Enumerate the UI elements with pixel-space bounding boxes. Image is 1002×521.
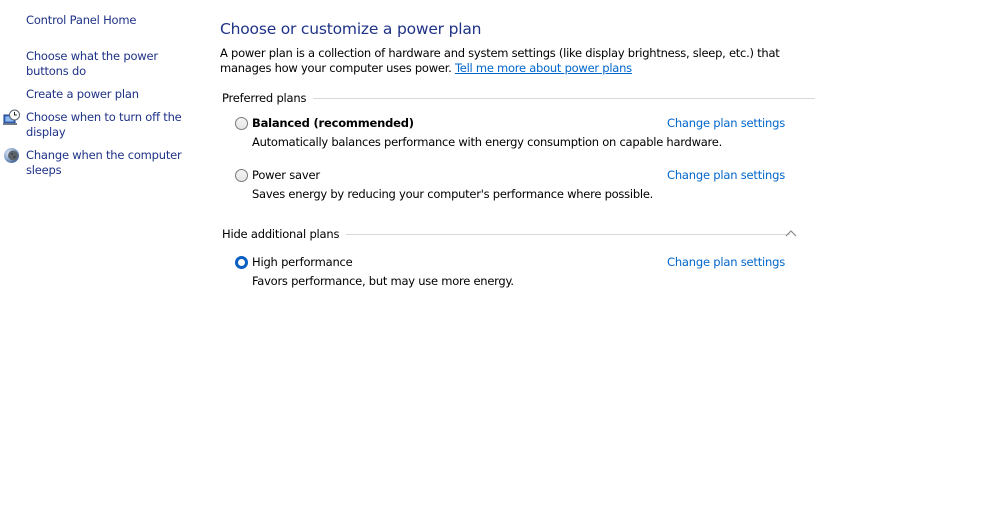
- radio-power-saver[interactable]: [235, 169, 248, 182]
- divider: [313, 97, 815, 99]
- change-plan-settings-link[interactable]: Change plan settings: [667, 255, 785, 269]
- plan-name[interactable]: High performance: [252, 255, 353, 269]
- page-title: Choose or customize a power plan: [220, 20, 482, 38]
- plan-description: Saves energy by reducing your computer's…: [252, 187, 654, 201]
- plan-description: Favors performance, but may use more ene…: [252, 274, 514, 288]
- change-plan-settings-link[interactable]: Change plan settings: [667, 168, 785, 182]
- hide-additional-plans-label[interactable]: Hide additional plans: [222, 227, 346, 241]
- control-panel-home-link[interactable]: Control Panel Home: [26, 13, 191, 28]
- plan-description: Automatically balances performance with …: [252, 135, 722, 149]
- preferred-plans-header: Preferred plans: [222, 90, 815, 106]
- sidebar-item-computer-sleeps[interactable]: Change when the computer sleeps: [26, 148, 191, 178]
- radio-high-performance[interactable]: [235, 256, 248, 269]
- page-description: A power plan is a collection of hardware…: [220, 46, 810, 76]
- learn-more-link[interactable]: Tell me more about power plans: [455, 61, 632, 75]
- sidebar-item-power-buttons[interactable]: Choose what the power buttons do: [26, 49, 191, 79]
- sidebar-item-create-plan[interactable]: Create a power plan: [26, 87, 191, 102]
- change-plan-settings-link[interactable]: Change plan settings: [667, 116, 785, 130]
- plan-name[interactable]: Power saver: [252, 168, 320, 182]
- plan-name[interactable]: Balanced (recommended): [252, 116, 414, 130]
- sidebar-item-turn-off-display[interactable]: Choose when to turn off the display: [26, 110, 191, 140]
- radio-balanced[interactable]: [235, 117, 248, 130]
- additional-plans-header[interactable]: Hide additional plans: [222, 226, 790, 242]
- moon-sleep-icon: [4, 148, 19, 163]
- preferred-plans-label: Preferred plans: [222, 91, 307, 105]
- divider: [346, 233, 790, 235]
- display-clock-icon: [3, 109, 20, 125]
- chevron-up-icon[interactable]: [784, 227, 798, 239]
